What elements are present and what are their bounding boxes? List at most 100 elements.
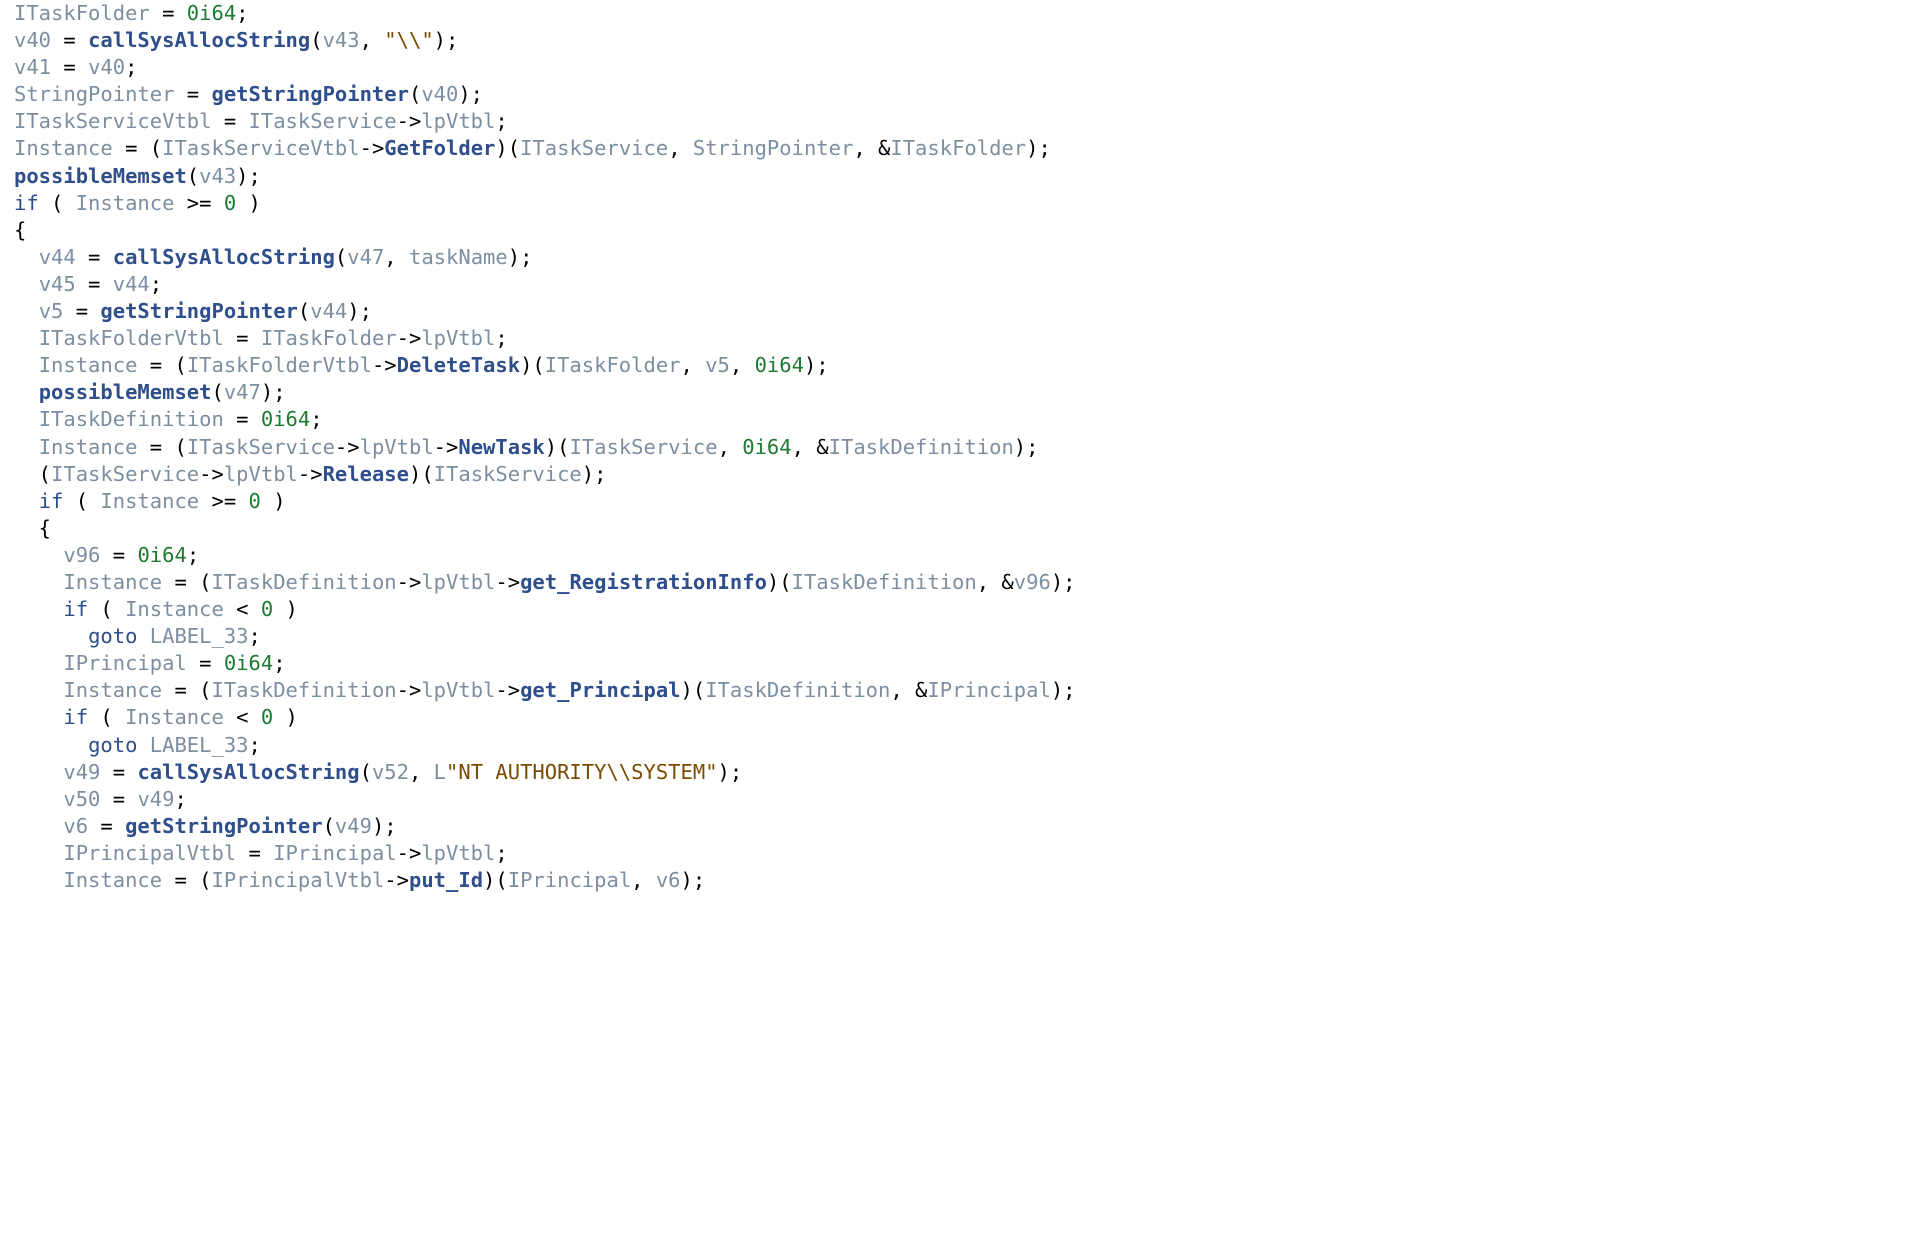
- code-token-var: ITaskService: [434, 462, 582, 486]
- code-token-var: ITaskFolder: [545, 353, 681, 377]
- code-token-def: );: [582, 462, 607, 486]
- code-token-def: [14, 868, 63, 892]
- code-token-def: (: [88, 597, 125, 621]
- code-token-kw: if: [63, 597, 88, 621]
- code-token-def: );: [236, 164, 261, 188]
- code-token-def: );: [1026, 136, 1051, 160]
- code-line: ITaskFolderVtbl = ITaskFolder->lpVtbl;: [14, 326, 508, 350]
- code-token-def: ;: [150, 272, 162, 296]
- code-token-var: v43: [323, 28, 360, 52]
- code-token-var: Instance: [14, 136, 113, 160]
- code-token-var: v44: [39, 245, 76, 269]
- code-token-var: v6: [656, 868, 681, 892]
- code-token-def: = (: [113, 136, 162, 160]
- code-token-def: (: [310, 28, 322, 52]
- code-token-call: get_Principal: [520, 678, 680, 702]
- code-line: Instance = (ITaskDefinition->lpVtbl->get…: [14, 678, 1076, 702]
- code-token-def: , &: [853, 136, 890, 160]
- code-token-def: );: [804, 353, 829, 377]
- code-token-def: = (: [137, 435, 186, 459]
- code-token-def: )(: [767, 570, 792, 594]
- code-line: IPrincipalVtbl = IPrincipal->lpVtbl;: [14, 841, 508, 865]
- code-token-def: (: [187, 164, 199, 188]
- code-token-def: );: [718, 760, 743, 784]
- code-token-def: [14, 597, 63, 621]
- code-token-def: ,: [718, 435, 743, 459]
- code-token-def: [14, 435, 39, 459]
- code-token-def: [14, 733, 88, 757]
- code-token-var: ITaskService: [520, 136, 668, 160]
- code-token-def: (: [323, 814, 335, 838]
- code-token-def: [14, 326, 39, 350]
- code-line: possibleMemset(v43);: [14, 164, 261, 188]
- code-token-var: v40: [14, 28, 51, 52]
- code-token-call: DeleteTask: [397, 353, 520, 377]
- code-token-call: callSysAllocString: [113, 245, 335, 269]
- code-token-def: [14, 760, 63, 784]
- code-token-def: , &: [792, 435, 829, 459]
- code-token-def: ->: [397, 841, 422, 865]
- code-line: Instance = (ITaskService->lpVtbl->NewTas…: [14, 435, 1038, 459]
- code-token-def: [137, 624, 149, 648]
- code-line: Instance = (IPrincipalVtbl->put_Id)(IPri…: [14, 868, 705, 892]
- code-token-def: ->: [360, 136, 385, 160]
- code-token-def: =: [76, 245, 113, 269]
- code-token-def: );: [434, 28, 459, 52]
- code-token-def: [14, 570, 63, 594]
- code-token-def: {: [14, 218, 26, 242]
- code-token-num: 0i64: [755, 353, 804, 377]
- code-token-var: v6: [63, 814, 88, 838]
- code-token-def: ;: [249, 733, 261, 757]
- code-token-def: ;: [187, 543, 199, 567]
- code-token-var: v50: [63, 787, 100, 811]
- code-token-def: {: [14, 516, 51, 540]
- code-token-def: [14, 380, 39, 404]
- code-line: Instance = (ITaskServiceVtbl->GetFolder)…: [14, 136, 1051, 160]
- code-token-def: = (: [137, 353, 186, 377]
- code-token-def: (: [14, 462, 51, 486]
- code-token-var: v5: [705, 353, 730, 377]
- code-token-def: =: [187, 651, 224, 675]
- code-token-def: >=: [199, 489, 248, 513]
- code-token-var: ITaskService: [569, 435, 717, 459]
- code-token-def: = (: [162, 868, 211, 892]
- code-token-var: ITaskFolderVtbl: [39, 326, 224, 350]
- code-token-var: ITaskService: [187, 435, 335, 459]
- code-token-def: );: [508, 245, 533, 269]
- code-token-def: ): [261, 489, 286, 513]
- code-token-def: =: [76, 272, 113, 296]
- code-token-def: );: [1051, 678, 1076, 702]
- code-token-def: [14, 353, 39, 377]
- code-token-var: v47: [224, 380, 261, 404]
- code-token-var: v96: [63, 543, 100, 567]
- code-token-def: ): [273, 597, 298, 621]
- code-token-var: ITaskService: [51, 462, 199, 486]
- code-token-def: =: [224, 326, 261, 350]
- code-token-def: );: [372, 814, 397, 838]
- code-token-def: >=: [174, 191, 223, 215]
- code-token-def: ;: [495, 109, 507, 133]
- code-line: ITaskDefinition = 0i64;: [14, 407, 323, 431]
- code-token-var: lpVtbl: [421, 109, 495, 133]
- code-token-def: (: [39, 191, 76, 215]
- code-line: if ( Instance >= 0 ): [14, 191, 261, 215]
- code-token-var: ITaskDefinition: [792, 570, 977, 594]
- code-token-call: GetFolder: [384, 136, 495, 160]
- code-token-def: ): [273, 705, 298, 729]
- code-token-def: [14, 407, 39, 431]
- code-token-var: IPrincipalVtbl: [212, 868, 385, 892]
- code-token-var: ITaskFolder: [261, 326, 397, 350]
- code-token-num: 0: [224, 191, 236, 215]
- code-token-def: ->: [384, 868, 409, 892]
- code-line: {: [14, 218, 26, 242]
- code-token-def: ->: [495, 678, 520, 702]
- code-line: ITaskServiceVtbl = ITaskService->lpVtbl;: [14, 109, 508, 133]
- code-token-var: v5: [39, 299, 64, 323]
- code-token-def: [14, 651, 63, 675]
- code-token-def: =: [236, 841, 273, 865]
- code-token-def: ;: [236, 1, 248, 25]
- code-token-var: ITaskServiceVtbl: [14, 109, 211, 133]
- code-token-def: ;: [310, 407, 322, 431]
- code-token-def: [14, 841, 63, 865]
- code-token-def: ;: [495, 841, 507, 865]
